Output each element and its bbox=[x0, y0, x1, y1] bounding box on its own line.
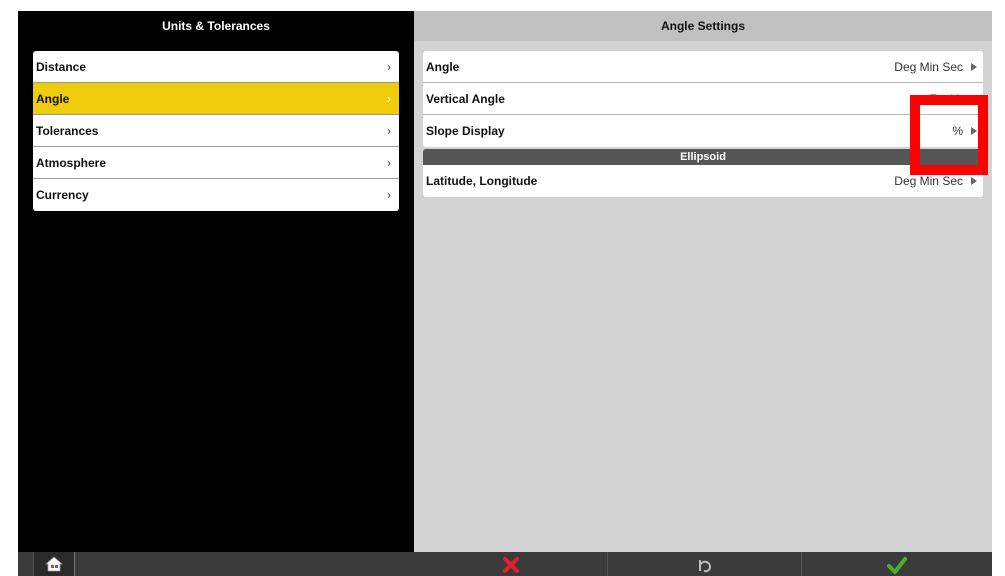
left-panel: Units & Tolerances Distance › Angle › To… bbox=[18, 11, 414, 576]
category-label: Tolerances bbox=[36, 124, 99, 138]
bottom-toolbar bbox=[18, 552, 992, 576]
confirm-button[interactable] bbox=[802, 552, 992, 576]
cancel-button[interactable] bbox=[414, 552, 608, 576]
red-x-icon bbox=[502, 557, 519, 573]
setting-label: Latitude, Longitude bbox=[426, 174, 538, 188]
category-label: Distance bbox=[36, 60, 87, 74]
chevron-right-icon: › bbox=[387, 92, 391, 106]
right-panel-title: Angle Settings bbox=[414, 11, 992, 41]
category-item-currency[interactable]: Currency › bbox=[33, 179, 399, 211]
setting-label: Vertical Angle bbox=[426, 92, 505, 106]
chevron-right-icon: › bbox=[387, 188, 391, 202]
category-item-distance[interactable]: Distance › bbox=[33, 51, 399, 83]
green-check-icon bbox=[887, 557, 907, 574]
category-item-angle[interactable]: Angle › bbox=[33, 83, 399, 115]
category-item-atmosphere[interactable]: Atmosphere › bbox=[33, 147, 399, 179]
undo-icon bbox=[698, 560, 711, 573]
chevron-right-icon: › bbox=[387, 156, 391, 170]
setting-label: Angle bbox=[426, 60, 460, 74]
setting-row-latitude-longitude[interactable]: Latitude, Longitude Deg Min Sec bbox=[423, 165, 983, 197]
category-label: Angle bbox=[36, 92, 70, 106]
section-header-ellipsoid: Ellipsoid bbox=[423, 149, 983, 165]
chevron-right-icon: › bbox=[387, 60, 391, 74]
right-panel: Angle Settings Angle Deg Min Sec Vertica… bbox=[414, 11, 992, 552]
settings-list: Angle Deg Min Sec Vertical Angle Zenith … bbox=[423, 51, 983, 197]
setting-value: Deg Min Sec bbox=[894, 60, 963, 74]
category-item-tolerances[interactable]: Tolerances › bbox=[33, 115, 399, 147]
app-screen: Units & Tolerances Distance › Angle › To… bbox=[18, 11, 992, 576]
chevron-right-icon: › bbox=[387, 124, 391, 138]
category-list: Distance › Angle › Tolerances › Atmosphe… bbox=[33, 51, 399, 211]
annotation-highlight-box bbox=[910, 95, 988, 175]
category-label: Currency bbox=[36, 188, 89, 202]
triangle-right-icon bbox=[971, 177, 977, 185]
home-icon bbox=[45, 556, 63, 572]
home-button[interactable] bbox=[33, 552, 75, 576]
category-label: Atmosphere bbox=[36, 156, 107, 170]
setting-label: Slope Display bbox=[426, 124, 505, 138]
setting-row-vertical-angle[interactable]: Vertical Angle Zenith bbox=[423, 83, 983, 115]
undo-button[interactable] bbox=[608, 552, 802, 576]
setting-row-angle[interactable]: Angle Deg Min Sec bbox=[423, 51, 983, 83]
setting-row-slope-display[interactable]: Slope Display % bbox=[423, 115, 983, 147]
triangle-right-icon bbox=[971, 63, 977, 71]
left-panel-title: Units & Tolerances bbox=[18, 11, 414, 41]
